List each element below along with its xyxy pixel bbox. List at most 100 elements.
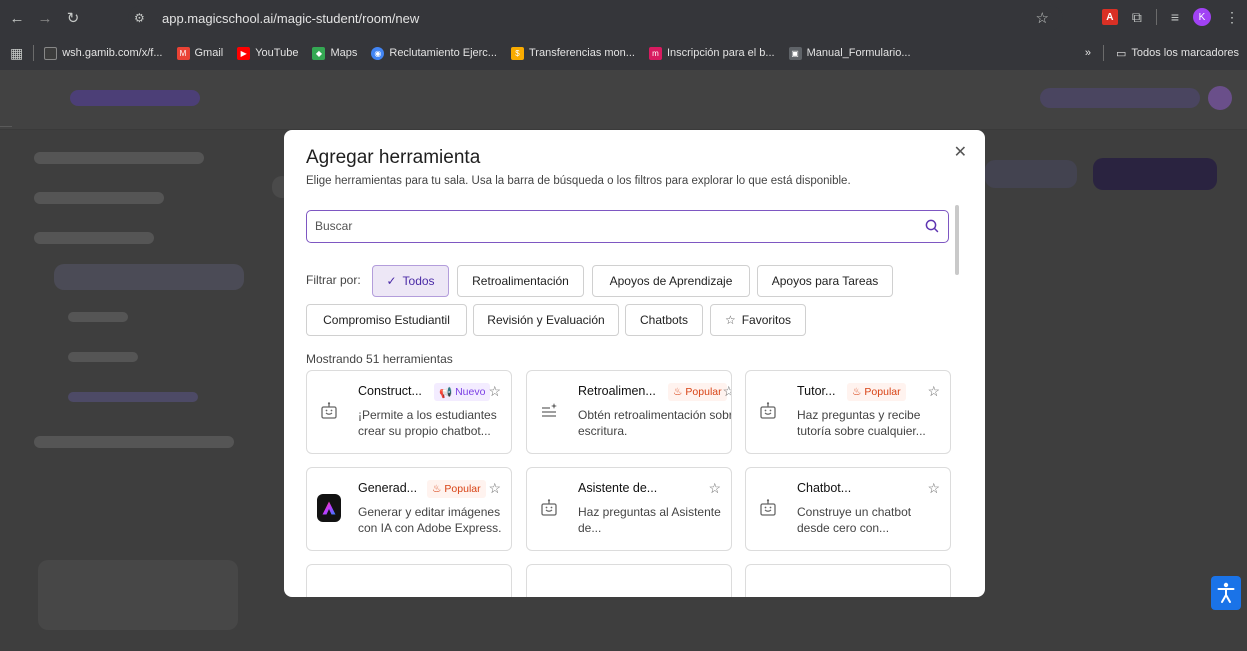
filter-chip-favoritos[interactable]: ☆ Favoritos — [710, 304, 806, 336]
header-button-blur — [985, 160, 1077, 188]
filter-chip-label: Revisión y Evaluación — [487, 313, 605, 327]
tool-card[interactable]: Asistente de... ☆ Haz preguntas al Asist… — [526, 467, 732, 551]
close-icon[interactable]: ✕ — [954, 142, 967, 162]
bookmark-wsh[interactable]: wsh.gamib.com/x/f... — [44, 46, 163, 60]
favorite-star-icon[interactable]: ☆ — [927, 480, 940, 497]
site-settings-icon[interactable]: ⚙ — [134, 11, 152, 25]
bookmark-star-icon[interactable]: ☆ — [1036, 9, 1049, 27]
pdf-extension-icon[interactable]: A — [1101, 9, 1118, 25]
filter-chip-label: Chatbots — [639, 313, 689, 327]
sidebar-item-blur — [34, 232, 154, 244]
robot-icon — [756, 399, 780, 423]
filter-chip-compromiso[interactable]: Compromiso Estudiantil — [306, 304, 467, 336]
filter-chip-label: Compromiso Estudiantil — [323, 313, 450, 327]
kebab-menu-icon[interactable]: ⋮ — [1225, 9, 1239, 26]
tool-card[interactable]: Generad... ♨ Popular ☆ Generar y editar i… — [306, 467, 512, 551]
filter-chip-apoyos-aprendizaje[interactable]: Apoyos de Aprendizaje — [592, 265, 750, 297]
extensions-puzzle-icon[interactable]: ⧉ — [1132, 9, 1142, 26]
filter-chip-retroalimentacion[interactable]: Retroalimentación — [457, 265, 584, 297]
flame-icon: ♨ — [673, 386, 683, 398]
all-bookmarks-folder[interactable]: ▭ Todos los marcadores — [1116, 47, 1239, 60]
avatar-blur — [1208, 86, 1232, 110]
more-bookmarks-chevron-icon[interactable]: » — [1085, 47, 1091, 59]
tool-title: Chatbot... — [797, 481, 852, 495]
back-arrow-icon[interactable]: ← — [6, 7, 28, 29]
bookmark-youtube[interactable]: ▶ YouTube — [237, 46, 298, 60]
folder-icon: ▭ — [1115, 47, 1127, 60]
accessibility-icon — [1217, 582, 1235, 603]
address-bar[interactable]: ⚙ app.magicschool.ai/magic-student/room/… — [128, 6, 1063, 30]
bookmarks-divider-right — [1102, 45, 1104, 61]
apps-grid-icon[interactable]: ▦ — [10, 45, 23, 62]
tool-title: Construct... — [358, 384, 422, 398]
tool-card[interactable]: Tutor... ♨ Popular ☆ Haz preguntas y reci… — [745, 370, 951, 454]
modal-scrollbar[interactable] — [955, 205, 959, 275]
sidebar-item-blur — [68, 312, 128, 322]
tool-card[interactable] — [745, 564, 951, 597]
badge-label: Popular — [864, 386, 901, 398]
check-icon: ✓ — [386, 274, 397, 288]
sidebar-item-blur — [34, 436, 234, 448]
favorite-star-icon[interactable]: ☆ — [722, 383, 731, 400]
app-sidebar-dimmed — [18, 140, 248, 630]
image-icon: ▣ — [788, 46, 802, 60]
sidebar-item-blur — [68, 352, 138, 362]
popular-badge: ♨ Popular — [668, 383, 727, 401]
maps-icon: ◆ — [312, 46, 326, 60]
badge-label: Popular — [444, 483, 481, 495]
tool-card[interactable] — [306, 564, 512, 597]
tool-card[interactable]: Construct... 📢 Nuevo ☆ ¡Permite a los est… — [306, 370, 512, 454]
all-bookmarks-label: Todos los marcadores — [1131, 47, 1239, 59]
filter-chip-label: Retroalimentación — [472, 274, 569, 288]
reading-list-icon[interactable]: ≡ — [1171, 9, 1179, 25]
robot-icon — [537, 496, 561, 520]
favorite-star-icon[interactable]: ☆ — [488, 480, 501, 497]
bookmark-reclutamiento[interactable]: ◉ Reclutamiento Ejerc... — [371, 46, 497, 60]
tool-title: Tutor... — [797, 384, 836, 398]
wsh-favicon-icon — [44, 46, 58, 60]
tool-description: Haz preguntas y recibe tutoría sobre cua… — [797, 408, 926, 438]
forward-arrow-icon[interactable]: → — [34, 7, 56, 29]
tool-card[interactable]: Retroalimen... ♨Popular ☆ Obtén retroali… — [526, 370, 732, 454]
bookmark-inscripcion[interactable]: m Inscripción para el b... — [648, 46, 775, 60]
bookmark-label: Gmail — [194, 47, 224, 59]
robot-icon — [317, 399, 341, 423]
sidebar-item-blur — [34, 192, 164, 204]
tool-card[interactable]: Chatbot... ☆ Construye un chatbot desde … — [745, 467, 951, 551]
tool-title: Generad... — [358, 481, 418, 495]
extension-area: A ⧉ ≡ K ⋮ — [1101, 8, 1239, 26]
favorite-star-icon[interactable]: ☆ — [927, 383, 940, 400]
modal-title: Agregar herramienta — [306, 147, 481, 168]
bookmark-label: Transferencias mon... — [528, 47, 635, 59]
app-header-dimmed — [0, 70, 1247, 130]
bank-icon: $ — [510, 46, 524, 60]
bookmark-transferencias[interactable]: $ Transferencias mon... — [510, 46, 635, 60]
app-nav-blur — [1040, 88, 1200, 108]
filter-chip-todos[interactable]: ✓ Todos — [372, 265, 449, 297]
bookmark-manual[interactable]: ▣ Manual_Formulario... — [788, 46, 911, 60]
tool-card[interactable] — [526, 564, 732, 597]
bookmark-label: Maps — [330, 47, 358, 59]
bookmark-gmail[interactable]: M Gmail — [176, 46, 224, 60]
favorite-star-icon[interactable]: ☆ — [488, 383, 501, 400]
search-input[interactable] — [315, 211, 905, 241]
filter-chip-apoyos-tareas[interactable]: Apoyos para Tareas — [757, 265, 893, 297]
accessibility-button[interactable] — [1211, 576, 1241, 610]
reload-icon[interactable]: ↻ — [62, 7, 84, 29]
modal-subtitle: Elige herramientas para tu sala. Usa la … — [306, 175, 851, 187]
tool-description: Obtén retroalimentación sobre tu escritu… — [578, 408, 731, 438]
url-text[interactable]: app.magicschool.ai/magic-student/room/ne… — [162, 11, 419, 26]
favorite-star-icon[interactable]: ☆ — [708, 480, 721, 497]
filter-chip-chatbots[interactable]: Chatbots — [625, 304, 703, 336]
tool-title: Retroalimen... — [578, 384, 656, 398]
adobe-express-icon — [317, 494, 341, 522]
app-logo-blur — [70, 90, 200, 106]
bookmarks-bar: ▦ wsh.gamib.com/x/f... M Gmail ▶ YouTube ◆… — [0, 36, 1247, 70]
tool-description: Haz preguntas al Asistente de... — [578, 505, 721, 535]
popular-badge: ♨ Popular — [847, 383, 906, 401]
search-icon[interactable] — [924, 218, 940, 234]
sidebar-card-blur — [38, 560, 238, 630]
filter-chip-revision[interactable]: Revisión y Evaluación — [473, 304, 619, 336]
bookmark-maps[interactable]: ◆ Maps — [312, 46, 358, 60]
profile-avatar[interactable]: K — [1193, 8, 1211, 26]
